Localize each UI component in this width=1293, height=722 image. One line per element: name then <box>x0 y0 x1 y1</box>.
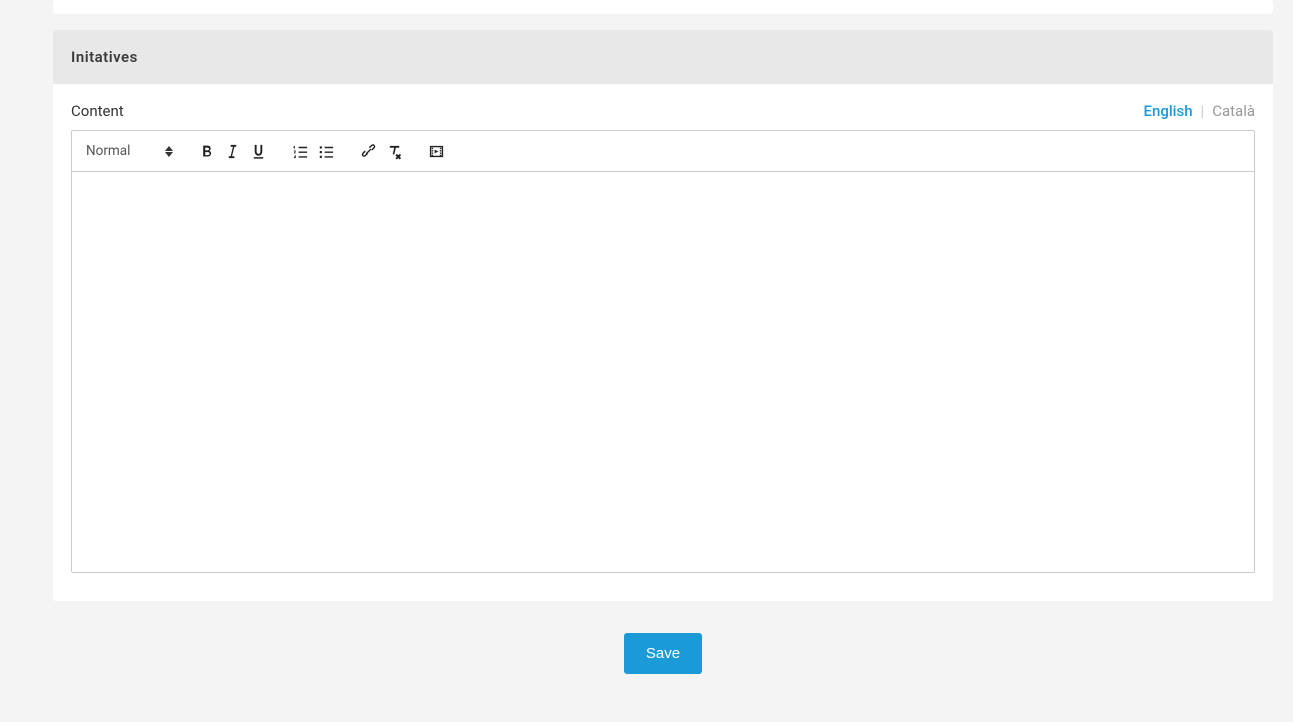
editor-content-area[interactable] <box>72 172 1254 572</box>
content-header: Content English | Català <box>71 102 1255 120</box>
format-select[interactable]: Normal <box>82 140 177 162</box>
lang-tab-catala[interactable]: Català <box>1212 102 1255 120</box>
format-group: Normal <box>82 140 177 162</box>
save-button[interactable]: Save <box>624 633 702 674</box>
unordered-list-button[interactable] <box>313 138 339 164</box>
previous-card-bottom <box>53 0 1273 14</box>
rich-text-editor: Normal <box>71 130 1255 573</box>
ordered-list-button[interactable] <box>287 138 313 164</box>
media-group <box>423 138 449 164</box>
lang-tab-english[interactable]: English <box>1144 102 1193 120</box>
language-tabs: English | Català <box>1144 102 1256 120</box>
initiatives-card: Initatives Content English | Català Norm… <box>53 30 1273 601</box>
format-select-label: Normal <box>86 143 130 159</box>
video-button[interactable] <box>423 138 449 164</box>
content-label: Content <box>71 102 124 120</box>
card-body: Content English | Català Normal <box>53 84 1273 601</box>
link-button[interactable] <box>355 138 381 164</box>
italic-button[interactable] <box>219 138 245 164</box>
underline-button[interactable] <box>245 138 271 164</box>
insert-group <box>355 138 407 164</box>
clear-format-button[interactable] <box>381 138 407 164</box>
chevron-updown-icon <box>165 146 173 157</box>
card-title: Initatives <box>71 48 138 66</box>
bold-button[interactable] <box>193 138 219 164</box>
text-style-group <box>193 138 271 164</box>
lang-separator: | <box>1201 102 1205 120</box>
save-row: Save <box>53 633 1273 674</box>
editor-toolbar: Normal <box>72 131 1254 172</box>
list-group <box>287 138 339 164</box>
card-header: Initatives <box>53 30 1273 84</box>
